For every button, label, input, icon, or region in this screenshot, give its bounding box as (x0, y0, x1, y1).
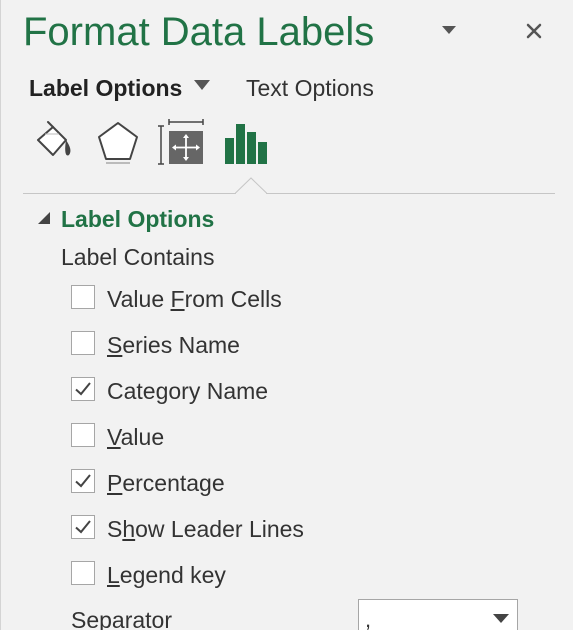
task-pane-options-button[interactable] (442, 26, 456, 34)
option-access-key: F (170, 286, 185, 312)
chevron-down-icon[interactable] (493, 614, 509, 623)
option-access-key: V (107, 424, 121, 450)
separator-dropdown[interactable]: , (358, 599, 518, 630)
option-value-from-cells[interactable]: Value From Cells (71, 283, 491, 315)
option-label-text: ow Leader Lines (135, 516, 304, 542)
checkbox-percentage[interactable] (71, 469, 95, 493)
collapse-triangle-icon[interactable] (37, 211, 51, 225)
selected-tab-pointer (235, 177, 267, 195)
option-percentage[interactable]: Percentage (71, 467, 491, 499)
tab-label-options[interactable]: Label Options (29, 72, 211, 104)
separator-value: , (365, 607, 372, 630)
effects-icon[interactable] (93, 118, 143, 168)
separator-label: Separator (71, 607, 173, 630)
close-icon[interactable] (521, 18, 547, 44)
chevron-down-icon[interactable] (194, 80, 211, 90)
option-label-text: ory Name (168, 378, 269, 404)
option-access-key: h (122, 516, 136, 542)
checkbox-series-name[interactable] (71, 331, 95, 355)
format-category-icons (31, 118, 331, 170)
option-series-name[interactable]: Series Name (71, 329, 491, 361)
pane-title: Format Data Labels (23, 10, 375, 54)
option-label: Category Name (107, 375, 268, 407)
option-label: Value (107, 421, 164, 453)
option-label-text: rom Cells (184, 286, 282, 312)
option-label-text: alue (120, 424, 165, 450)
checkmark-icon (75, 382, 91, 396)
option-value[interactable]: Value (71, 421, 491, 453)
option-label-text: ercentage (122, 470, 225, 496)
format-data-labels-pane: Format Data Labels Label Options Text Op… (0, 0, 573, 630)
option-label-text: eries Name (122, 332, 240, 358)
option-access-key: g (155, 378, 169, 404)
tab-divider (23, 193, 555, 194)
tab-label-options-label: Label Options (29, 75, 183, 101)
option-label: Series Name (107, 329, 240, 361)
fill-line-icon[interactable] (31, 118, 81, 168)
option-label: Value From Cells (107, 283, 282, 315)
option-label: Show Leader Lines (107, 513, 304, 545)
checkbox-show-leader-lines[interactable] (71, 515, 95, 539)
option-label-text: S (107, 516, 123, 542)
section-title-label-options[interactable]: Label Options (61, 203, 214, 235)
options-tabs: Label Options Text Options (29, 72, 549, 106)
checkmark-icon (75, 474, 91, 488)
option-access-key: S (107, 332, 123, 358)
tab-text-options[interactable]: Text Options (246, 72, 374, 104)
option-label-text: egend key (119, 562, 226, 588)
label-contains-heading: Label Contains (61, 244, 215, 270)
checkbox-legend-key[interactable] (71, 561, 95, 585)
option-label-text: Value (107, 286, 171, 312)
label-options-chart-icon[interactable] (221, 118, 271, 168)
checkbox-value[interactable] (71, 423, 95, 447)
checkbox-value-from-cells[interactable] (71, 285, 95, 309)
option-label: Percentage (107, 467, 225, 499)
option-access-key: P (107, 470, 123, 496)
option-label-text: Cate (107, 378, 156, 404)
size-properties-icon[interactable] (157, 118, 207, 168)
option-label: Legend key (107, 559, 226, 591)
option-access-key: L (107, 562, 120, 588)
checkmark-icon (75, 520, 91, 534)
option-category-name[interactable]: Category Name (71, 375, 491, 407)
option-show-leader-lines[interactable]: Show Leader Lines (71, 513, 491, 545)
option-legend-key[interactable]: Legend key (71, 559, 491, 591)
checkbox-category-name[interactable] (71, 377, 95, 401)
